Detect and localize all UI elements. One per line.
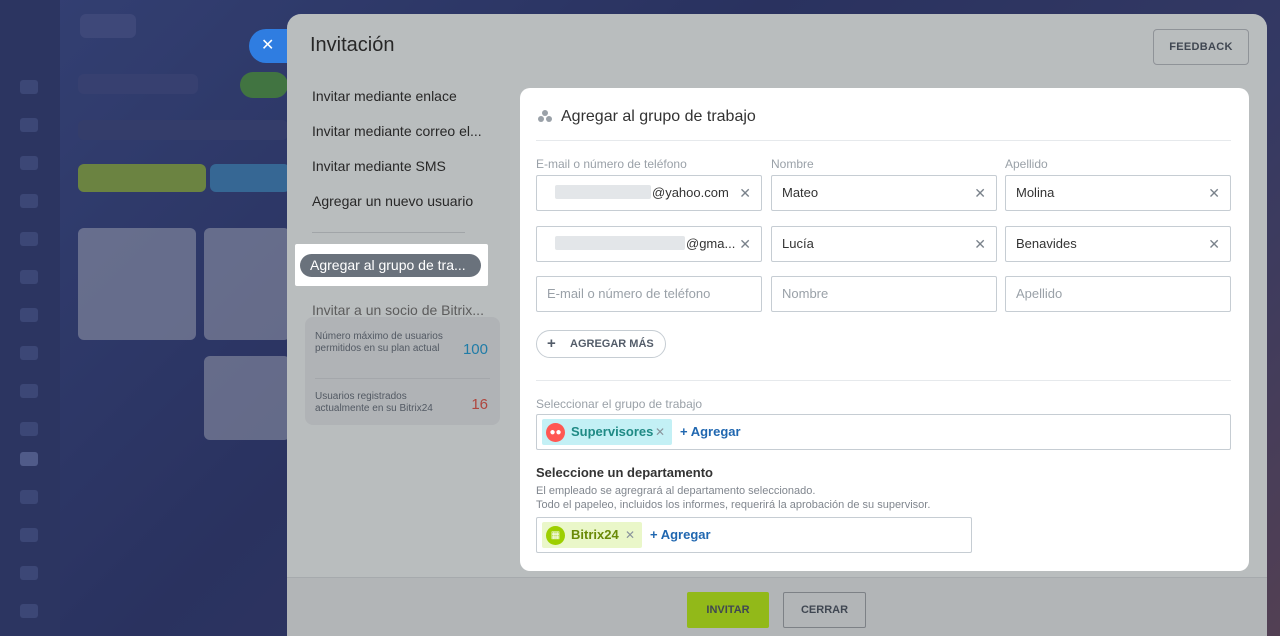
department-description-line: Todo el papeleo, incluidos los informes,… [536, 499, 931, 511]
surname-field[interactable]: Molina ✕ [1005, 175, 1231, 211]
clear-icon[interactable]: ✕ [974, 176, 986, 210]
card-title-text: Agregar al grupo de trabajo [561, 108, 756, 125]
clear-icon[interactable]: ✕ [1208, 176, 1220, 210]
redacted-text [555, 185, 651, 199]
close-button[interactable]: CERRAR [783, 592, 866, 628]
clear-icon[interactable]: ✕ [1208, 227, 1220, 261]
registered-users-label: Usuarios registrados actualmente en su B… [315, 391, 433, 414]
clear-icon[interactable]: ✕ [739, 227, 751, 261]
invite-menu: Invitar mediante enlace Invitar mediante… [312, 88, 487, 337]
workgroup-chip[interactable]: ●● Supervisores ✕ [542, 419, 672, 445]
menu-item-add-to-workgroup[interactable]: Agregar al grupo de tra... [300, 254, 481, 277]
registered-users-value: 16 [471, 396, 488, 413]
remove-chip-icon[interactable]: ✕ [655, 419, 665, 445]
menu-item-invite-sms[interactable]: Invitar mediante SMS [312, 158, 487, 193]
workgroup-label: Seleccionar el grupo de trabajo [536, 397, 703, 411]
name-field[interactable]: Nombre [771, 276, 997, 312]
surname-field[interactable]: Apellido [1005, 276, 1231, 312]
redacted-text [555, 236, 685, 250]
workgroup-selector[interactable]: ●● Supervisores ✕ + Agregar [536, 414, 1231, 450]
name-field[interactable]: Mateo ✕ [771, 175, 997, 211]
department-title: Seleccione un departamento [536, 465, 713, 480]
add-to-workgroup-card: Agregar al grupo de trabajo E-mail o núm… [520, 88, 1249, 571]
name-value: Lucía [782, 236, 814, 251]
surname-column-label: Apellido [1005, 157, 1048, 171]
section-divider [536, 380, 1231, 381]
name-field[interactable]: Lucía ✕ [771, 226, 997, 262]
department-chip[interactable]: ▦ Bitrix24 ✕ [542, 522, 642, 548]
email-value: @gma... [686, 236, 736, 251]
user-limit-stats: Número máximo de usuarios permitidos en … [305, 317, 500, 425]
users-icon: ●● [546, 423, 565, 442]
add-more-button[interactable]: + AGREGAR MÁS [536, 330, 666, 358]
card-title: Agregar al grupo de trabajo [537, 108, 756, 128]
department-chip-label: Bitrix24 [571, 527, 619, 542]
workgroup-chip-label: Supervisores [571, 424, 654, 439]
surname-value: Molina [1016, 185, 1055, 200]
email-field[interactable]: @gma... ✕ [536, 226, 762, 262]
active-item-highlight: Agregar al grupo de tra... [295, 244, 488, 286]
department-description-line: El empleado se agregrará al departamento… [536, 485, 816, 497]
add-department-link[interactable]: + Agregar [650, 522, 711, 548]
clear-icon[interactable]: ✕ [739, 176, 751, 210]
name-column-label: Nombre [771, 157, 814, 171]
max-users-value: 100 [462, 341, 488, 358]
footer-bar: INVITAR CERRAR [287, 577, 1267, 636]
invitation-slider: Invitación FEEDBACK Invitar mediante enl… [287, 14, 1267, 636]
feedback-button[interactable]: FEEDBACK [1153, 29, 1249, 65]
menu-divider [312, 232, 465, 233]
close-icon: ✕ [261, 37, 275, 54]
email-field[interactable]: E-mail o número de teléfono [536, 276, 762, 312]
email-field[interactable]: @yahoo.com ✕ [536, 175, 762, 211]
department-selector[interactable]: ▦ Bitrix24 ✕ + Agregar [536, 517, 972, 553]
surname-field[interactable]: Benavides ✕ [1005, 226, 1231, 262]
card-divider [536, 140, 1231, 141]
page-title: Invitación [310, 34, 395, 56]
stats-divider [315, 378, 490, 379]
name-value: Mateo [782, 185, 819, 200]
email-value: @yahoo.com [652, 185, 729, 200]
clear-icon[interactable]: ✕ [974, 227, 986, 261]
department-description: El empleado se agregrará al departamento… [536, 484, 930, 512]
add-more-label: AGREGAR MÁS [570, 338, 654, 350]
menu-item-invite-link[interactable]: Invitar mediante enlace [312, 88, 487, 123]
menu-item-invite-email[interactable]: Invitar mediante correo el... [312, 123, 487, 158]
surname-value: Benavides [1016, 236, 1077, 251]
plus-icon: + [547, 335, 556, 352]
max-users-label: Número máximo de usuarios permitidos en … [315, 331, 443, 354]
email-column-label: E-mail o número de teléfono [536, 157, 687, 171]
building-icon: ▦ [546, 526, 565, 545]
group-icon [537, 109, 553, 128]
add-workgroup-link[interactable]: + Agregar [680, 419, 741, 445]
menu-item-new-user[interactable]: Agregar un nuevo usuario [312, 193, 487, 228]
remove-chip-icon[interactable]: ✕ [625, 522, 635, 548]
invite-button[interactable]: INVITAR [687, 592, 769, 628]
